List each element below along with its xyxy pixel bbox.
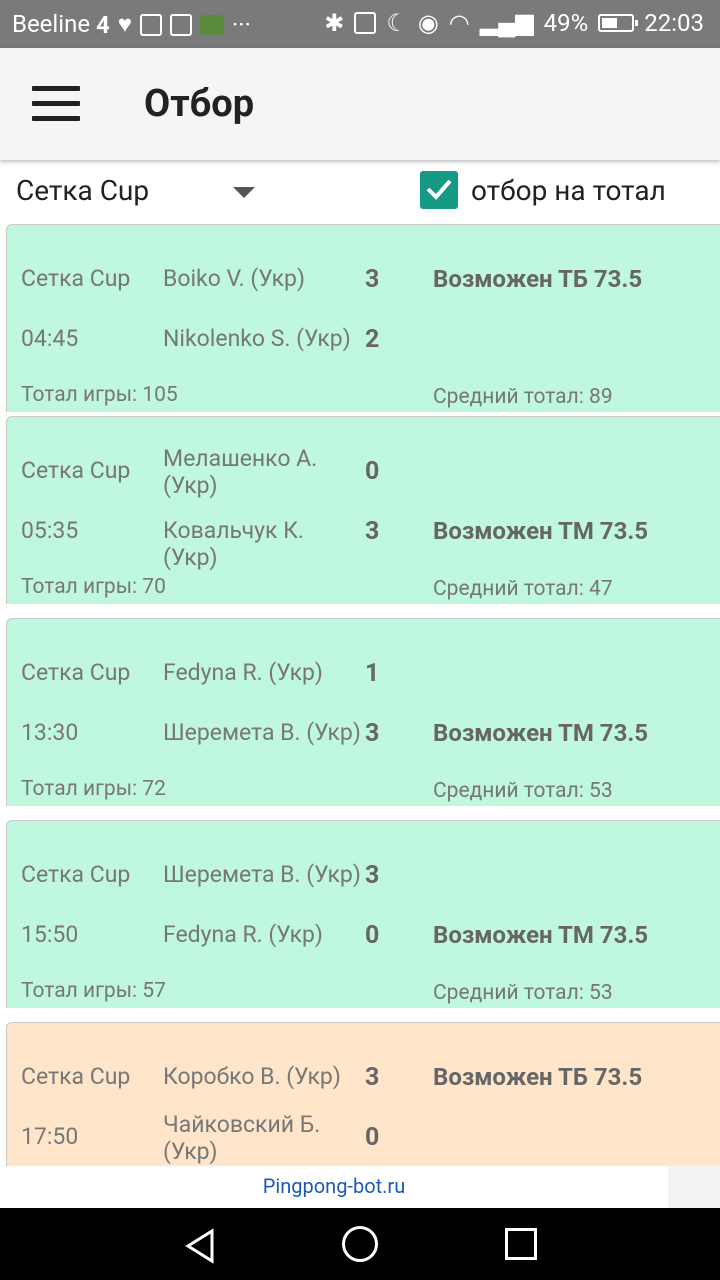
match-time: 13:30 <box>21 719 79 746</box>
average-total: Средний тотал: 53 <box>433 981 613 1005</box>
average-total: Средний тотал: 89 <box>433 385 613 409</box>
player2-name: Ковальчук К. (Укр) <box>163 517 304 571</box>
average-total: Средний тотал: 53 <box>433 779 613 803</box>
chevron-down-icon[interactable] <box>233 187 255 198</box>
match-league: Сетка Cup <box>21 457 131 484</box>
match-league: Сетка Cup <box>21 1063 131 1090</box>
player1-name: Boiko V. (Укр) <box>163 265 305 292</box>
game-total: Тотал игры: 105 <box>21 383 178 407</box>
player2-name: Fedyna R. (Укр) <box>163 921 323 948</box>
do-not-disturb-icon: ☾ <box>386 8 408 37</box>
match-card[interactable]: Сетка Cup 05:35 Мелашенко А. (Укр) Ковальчу… <box>6 416 720 604</box>
page-title: Отбор <box>144 82 255 126</box>
player2-score: 2 <box>365 325 380 354</box>
footer: Pingpong-bot.ru <box>0 1166 668 1208</box>
player2-name: Шеремета В. (Укр) <box>163 719 361 746</box>
prediction: Возможен ТМ 73.5 <box>433 719 649 747</box>
league-dropdown[interactable]: Сетка Cup <box>16 174 149 207</box>
game-total: Тотал игры: 72 <box>21 777 166 801</box>
health-icon: ♥ <box>117 10 133 38</box>
game-total: Тотал игры: 70 <box>21 575 166 599</box>
status-bar: Beeline 4 ♥ ··· ✱ ☾ ◉ ◠ ▂▄▆ 49% 22:03 <box>0 0 720 48</box>
match-card[interactable]: Сетка Cup 04:45 Boiko V. (Укр) Nikolenko S.… <box>6 224 720 412</box>
match-league: Сетка Cup <box>21 265 131 292</box>
match-time: 05:35 <box>21 517 79 544</box>
network-type-icon: 4 <box>96 10 110 39</box>
player1-score: 3 <box>365 265 380 294</box>
player1-name: Шеремета В. (Укр) <box>163 861 361 888</box>
match-card[interactable]: Сетка Cup 13:30 Fedyna R. (Укр) Шеремета В.… <box>6 618 720 806</box>
player2-score: 3 <box>365 517 380 546</box>
player2-name: Nikolenko S. (Укр) <box>163 325 351 352</box>
footer-side-area <box>668 1166 720 1208</box>
prediction: Возможен ТМ 73.5 <box>433 921 649 949</box>
match-time: 17:50 <box>21 1123 79 1150</box>
match-league: Сетка Cup <box>21 659 131 686</box>
recent-apps-icon[interactable] <box>505 1228 537 1260</box>
wifi-icon: ◠ <box>448 8 470 37</box>
eye-comfort-icon: ◉ <box>417 8 439 37</box>
prediction: Возможен ТМ 73.5 <box>433 517 649 545</box>
warning-icon <box>170 13 193 36</box>
average-total: Средний тотал: 47 <box>433 577 613 601</box>
player2-name: Чайковский Б. (Укр) <box>163 1111 321 1165</box>
prediction: Возможен ТБ 73.5 <box>433 265 643 293</box>
sim-icon <box>140 13 163 36</box>
nfc-icon <box>354 11 377 34</box>
match-card[interactable]: Сетка Cup 17:50 Коробко В. (Укр) Чайковский… <box>6 1022 720 1166</box>
player2-score: 0 <box>365 1123 380 1152</box>
app-bar: Отбор <box>0 48 720 160</box>
match-time: 15:50 <box>21 921 79 948</box>
carrier-name: Beeline <box>12 10 91 38</box>
prediction: Возможен ТБ 73.5 <box>433 1063 643 1091</box>
navigation-bar <box>0 1208 720 1280</box>
player1-score: 1 <box>365 659 380 688</box>
player1-name: Fedyna R. (Укр) <box>163 659 323 686</box>
player2-score: 0 <box>365 921 380 950</box>
menu-icon[interactable] <box>32 86 80 122</box>
checkmark-icon <box>426 179 452 200</box>
filter-row: Сетка Cup отбор на тотал <box>0 162 720 222</box>
signal-icon: ▂▄▆ <box>479 8 534 36</box>
match-league: Сетка Cup <box>21 861 131 888</box>
home-icon[interactable] <box>342 1226 378 1262</box>
match-card[interactable]: Сетка Cup 15:50 Шеремета В. (Укр) Fedyna R.… <box>6 820 720 1008</box>
more-icon: ··· <box>232 10 251 39</box>
back-icon[interactable] <box>184 1228 216 1264</box>
total-filter-label[interactable]: отбор на тотал <box>471 174 666 207</box>
match-time: 04:45 <box>21 325 79 352</box>
player1-name: Коробко В. (Укр) <box>163 1063 341 1090</box>
clock: 22:03 <box>644 8 704 37</box>
bluetooth-icon: ✱ <box>324 8 345 37</box>
player1-score: 3 <box>365 861 380 890</box>
player1-name: Мелашенко А. (Укр) <box>163 445 318 499</box>
game-total: Тотал игры: 57 <box>21 979 166 1003</box>
site-link[interactable]: Pingpong-bot.ru <box>263 1174 405 1198</box>
battery-icon <box>598 13 639 32</box>
player1-score: 3 <box>365 1063 380 1092</box>
battery-percent: 49% <box>543 8 589 37</box>
player1-score: 0 <box>365 457 380 486</box>
app-notification-icon <box>200 14 225 35</box>
player2-score: 3 <box>365 719 380 748</box>
total-filter-checkbox[interactable] <box>420 171 458 209</box>
